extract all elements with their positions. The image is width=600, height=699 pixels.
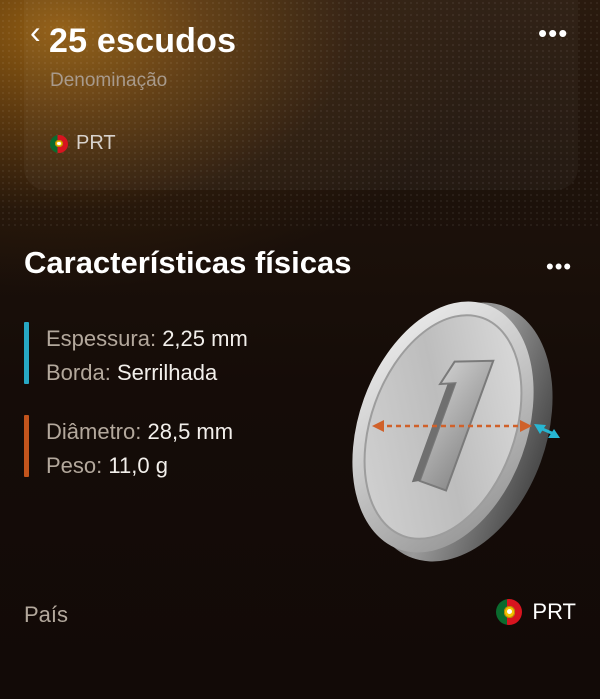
section-title: Características físicas <box>24 245 352 280</box>
more-horizontal-icon: ••• <box>546 254 573 279</box>
page-subtitle: Denominação <box>50 70 168 91</box>
more-horizontal-icon: ••• <box>538 18 569 48</box>
spec-value: 28,5 mm <box>147 419 234 444</box>
spec-weight: Peso: 11,0 g <box>46 453 168 479</box>
back-button[interactable]: ‹ <box>30 14 41 50</box>
spec-label: Diâmetro: <box>46 419 142 444</box>
chevron-left-icon: ‹ <box>30 14 41 50</box>
country-code: PRT <box>532 599 576 624</box>
spec-group-thickness: Espessura: 2,25 mm Borda: Serrilhada <box>24 322 324 388</box>
country-code: PRT <box>76 132 116 154</box>
spec-diameter: Diâmetro: 28,5 mm <box>46 419 233 445</box>
spec-group-diameter: Diâmetro: 28,5 mm Peso: 11,0 g <box>24 415 324 481</box>
spec-value: 2,25 mm <box>162 326 248 351</box>
thickness-accent-bar <box>24 322 29 384</box>
spec-label: Peso: <box>46 453 103 478</box>
spec-value: Serrilhada <box>116 360 218 385</box>
spec-thickness: Espessura: 2,25 mm <box>46 326 248 352</box>
page-title: 25 escudos <box>49 22 237 60</box>
coin-illustration-icon <box>352 301 560 562</box>
footer-country: PRT <box>496 599 576 625</box>
country-label: País <box>24 602 69 627</box>
spec-edge: Borda: Serrilhada <box>46 360 217 386</box>
header-more-button[interactable]: ••• <box>538 20 568 46</box>
section-more-button[interactable]: ••• <box>546 256 572 278</box>
portugal-flag-icon <box>496 599 523 625</box>
header-country: PRT <box>50 132 116 155</box>
portugal-flag-icon <box>50 134 68 153</box>
diameter-accent-bar <box>24 415 29 477</box>
spec-label: Espessura: <box>46 326 157 351</box>
spec-value: 11,0 g <box>108 453 168 478</box>
spec-label: Borda: <box>46 360 111 385</box>
